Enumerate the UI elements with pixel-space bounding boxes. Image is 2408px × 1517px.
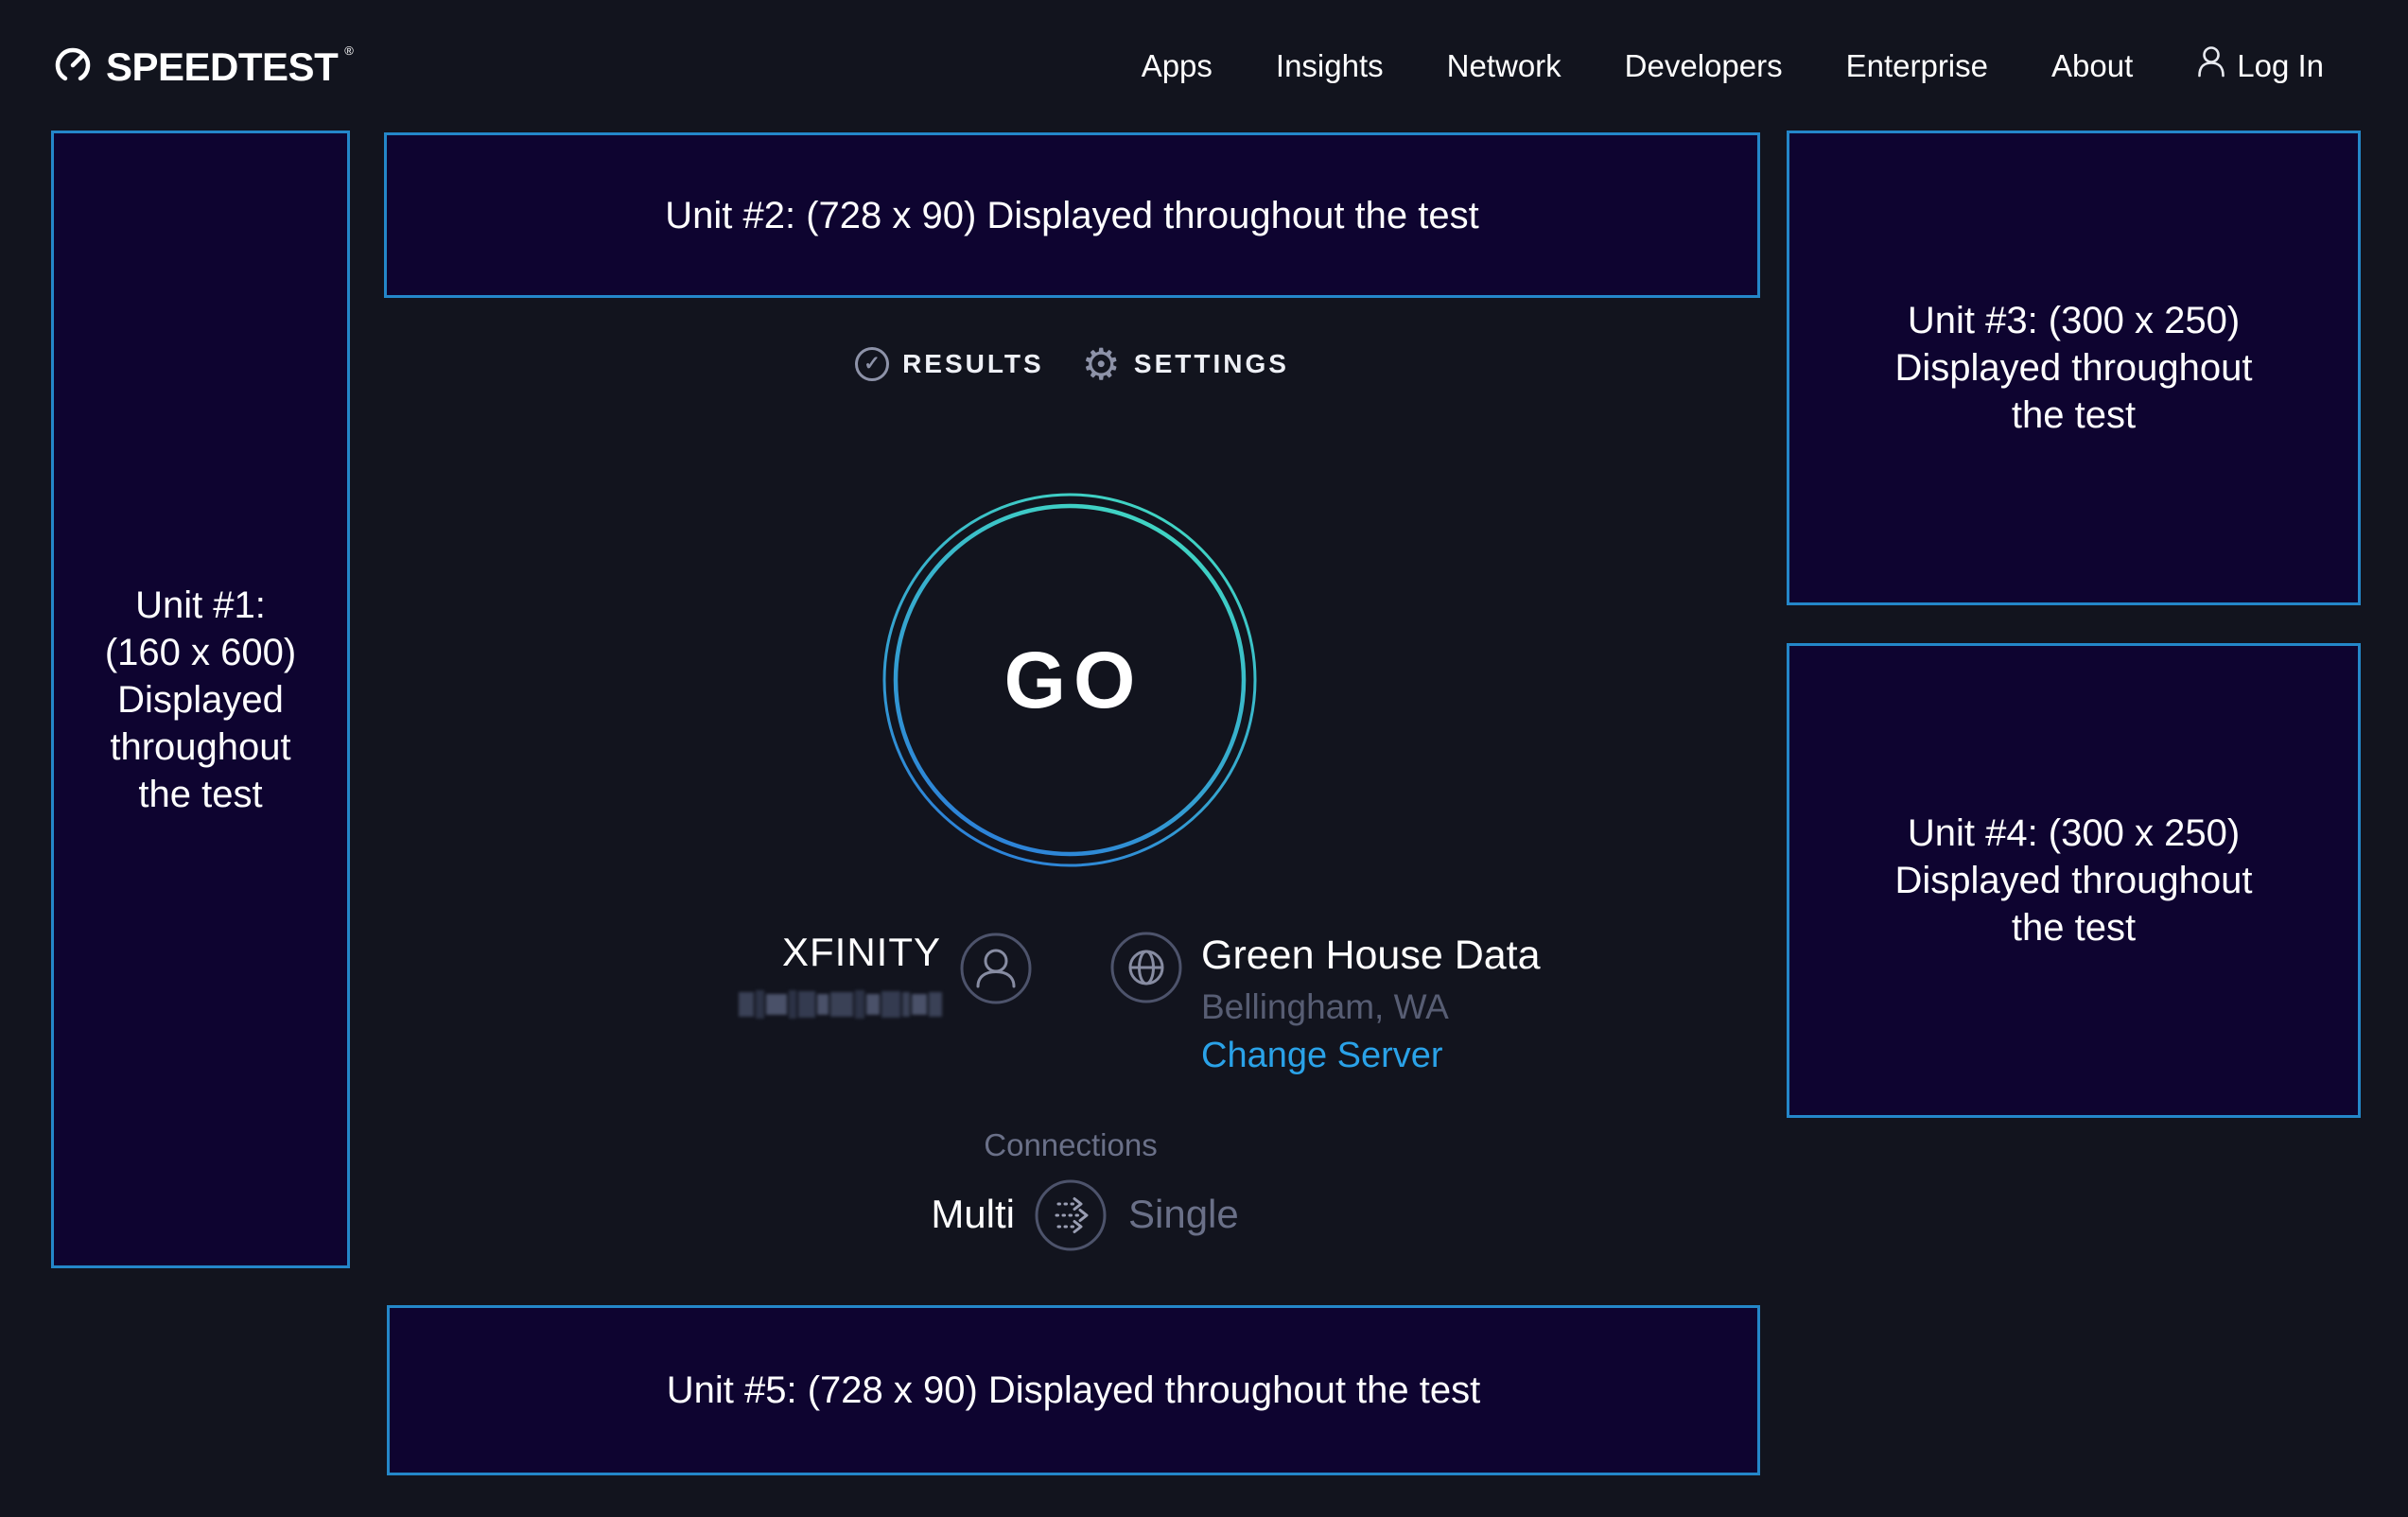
host-ip-redacted — [739, 989, 942, 1020]
user-icon — [2196, 44, 2226, 87]
tab-settings[interactable]: ⚙ SETTINGS — [1082, 346, 1289, 382]
gauge-icon — [52, 42, 94, 92]
isp-avatar-icon[interactable] — [959, 932, 1033, 1010]
results-tab-label: RESULTS — [902, 349, 1044, 379]
main-nav: Apps Insights Network Developers Enterpr… — [1142, 44, 2324, 87]
logo-wordmark: SPEEDTEST — [106, 45, 338, 89]
nav-about[interactable]: About — [2051, 47, 2133, 85]
speedtest-page: SPEEDTEST ® Apps Insights Network Develo… — [0, 0, 2408, 1517]
go-label: GO — [881, 491, 1259, 869]
connections-toggle-icon[interactable] — [1034, 1178, 1108, 1257]
go-button[interactable]: GO — [881, 491, 1259, 869]
login-button[interactable]: Log In — [2196, 44, 2324, 87]
change-server-link[interactable]: Change Server — [1201, 1035, 1443, 1076]
tab-results[interactable]: ✓ RESULTS — [855, 347, 1044, 381]
logo-trademark: ® — [344, 44, 354, 58]
nav-apps[interactable]: Apps — [1142, 47, 1213, 85]
ad-unit-5[interactable]: Unit #5: (728 x 90) Displayed throughout… — [387, 1305, 1760, 1475]
settings-tab-label: SETTINGS — [1134, 349, 1289, 379]
connections-label: Connections — [857, 1127, 1284, 1163]
speedtest-logo[interactable]: SPEEDTEST ® — [52, 42, 354, 92]
nav-insights[interactable]: Insights — [1276, 47, 1384, 85]
ad-unit-3-text: Unit #3: (300 x 250) Displayed throughou… — [1894, 297, 2252, 439]
login-label: Log In — [2237, 47, 2324, 85]
view-tabs: ✓ RESULTS ⚙ SETTINGS — [384, 337, 1760, 392]
ad-unit-3[interactable]: Unit #3: (300 x 250) Displayed throughou… — [1787, 131, 2361, 605]
nav-network[interactable]: Network — [1447, 47, 1562, 85]
nav-enterprise[interactable]: Enterprise — [1846, 47, 1988, 85]
server-name: Green House Data — [1201, 933, 1541, 978]
connections-single-option[interactable]: Single — [1128, 1192, 1239, 1237]
ad-unit-1-text: Unit #1: (160 x 600) Displayed throughou… — [105, 582, 296, 818]
connections-multi-option[interactable]: Multi — [804, 1192, 1015, 1237]
ad-unit-2-text: Unit #2: (728 x 90) Displayed throughout… — [665, 192, 1479, 239]
gear-icon: ⚙ — [1082, 346, 1121, 382]
ad-unit-4-text: Unit #4: (300 x 250) Displayed throughou… — [1894, 810, 2252, 951]
ad-unit-2[interactable]: Unit #2: (728 x 90) Displayed throughout… — [384, 132, 1760, 298]
ad-unit-5-text: Unit #5: (728 x 90) Displayed throughout… — [667, 1367, 1481, 1414]
nav-developers[interactable]: Developers — [1625, 47, 1783, 85]
isp-name[interactable]: XFINITY — [662, 931, 941, 974]
server-location: Bellingham, WA — [1201, 987, 1449, 1027]
ad-unit-4[interactable]: Unit #4: (300 x 250) Displayed throughou… — [1787, 643, 2361, 1118]
ad-unit-1[interactable]: Unit #1: (160 x 600) Displayed throughou… — [51, 131, 350, 1268]
server-globe-icon[interactable] — [1109, 931, 1183, 1009]
check-circle-icon: ✓ — [855, 347, 889, 381]
